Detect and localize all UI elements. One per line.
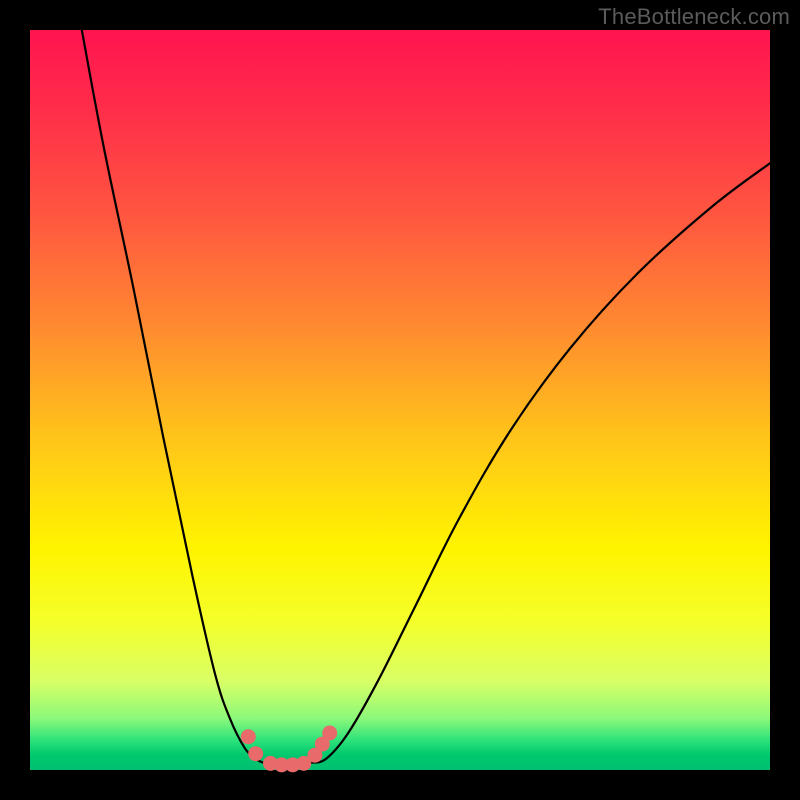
marker-right-dot-3 [322,726,337,741]
chart-svg [30,30,770,770]
markers-layer [241,726,337,773]
series-right-curve [311,163,770,762]
marker-left-dot-2 [248,746,263,761]
series-left-curve [82,30,263,763]
marker-left-dot-1 [241,729,256,744]
chart-plot-area [30,30,770,770]
curves-layer [82,30,770,766]
watermark-text: TheBottleneck.com [598,4,790,30]
